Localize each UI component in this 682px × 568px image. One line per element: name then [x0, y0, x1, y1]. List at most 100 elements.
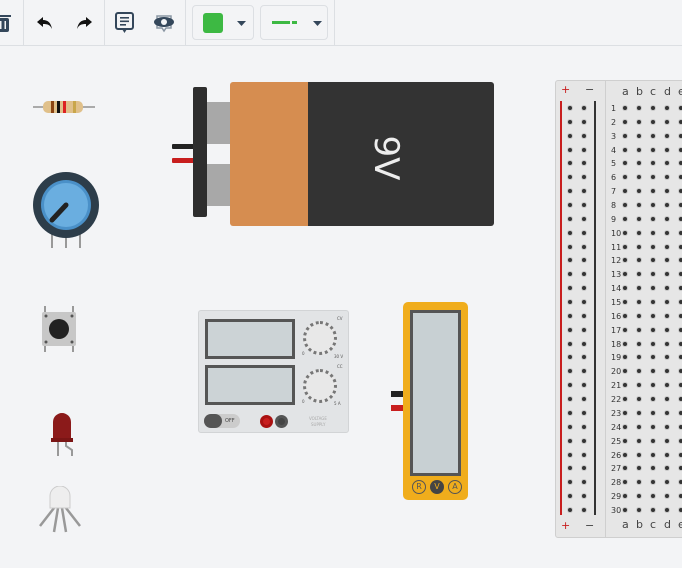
breadboard-hole[interactable] [651, 161, 655, 166]
breadboard-hole[interactable] [651, 369, 655, 374]
breadboard-hole[interactable] [651, 466, 655, 471]
breadboard-hole[interactable] [665, 106, 669, 110]
breadboard-hole[interactable] [582, 507, 586, 512]
breadboard-hole[interactable] [665, 286, 669, 291]
breadboard-hole[interactable] [568, 397, 572, 402]
breadboard-hole[interactable] [623, 258, 627, 263]
breadboard-hole[interactable] [568, 494, 572, 499]
breadboard-hole[interactable] [623, 106, 627, 110]
breadboard-hole[interactable] [651, 230, 655, 235]
breadboard-hole[interactable] [637, 189, 641, 194]
breadboard-hole[interactable] [651, 355, 655, 360]
breadboard-hole[interactable] [637, 383, 641, 388]
breadboard-hole[interactable] [637, 230, 641, 235]
breadboard-hole[interactable] [665, 494, 669, 499]
breadboard-hole[interactable] [623, 452, 627, 457]
multimeter[interactable]: R V A [403, 302, 468, 500]
breadboard-hole[interactable] [651, 507, 655, 512]
breadboard-hole[interactable] [623, 341, 627, 346]
breadboard-hole[interactable] [637, 424, 641, 429]
breadboard-hole[interactable] [651, 216, 655, 221]
breadboard-hole[interactable] [637, 327, 641, 332]
breadboard-hole[interactable] [623, 119, 627, 124]
breadboard-hole[interactable] [623, 133, 627, 138]
negative-terminal[interactable] [275, 415, 288, 428]
notes-button[interactable] [110, 8, 140, 38]
breadboard-hole[interactable] [651, 300, 655, 305]
breadboard-hole[interactable] [665, 424, 669, 429]
breadboard-hole[interactable] [651, 203, 655, 208]
potentiometer-component[interactable] [32, 172, 102, 248]
mode-current[interactable]: A [448, 480, 462, 494]
breadboard-hole[interactable] [623, 480, 627, 485]
breadboard-hole[interactable] [651, 133, 655, 138]
breadboard-hole[interactable] [651, 119, 655, 124]
breadboard-hole[interactable] [582, 203, 586, 208]
power-switch[interactable]: OFF [204, 414, 240, 428]
breadboard-hole[interactable] [651, 424, 655, 429]
breadboard-hole[interactable] [582, 189, 586, 194]
breadboard-hole[interactable] [623, 383, 627, 388]
breadboard-hole[interactable] [568, 452, 572, 457]
breadboard-hole[interactable] [651, 438, 655, 443]
undo-button[interactable] [30, 8, 60, 38]
breadboard-hole[interactable] [568, 327, 572, 332]
breadboard-hole[interactable] [637, 397, 641, 402]
breadboard-hole[interactable] [568, 480, 572, 485]
breadboard-hole[interactable] [651, 286, 655, 291]
breadboard-hole[interactable] [623, 369, 627, 374]
current-knob[interactable] [303, 369, 337, 403]
breadboard-hole[interactable] [582, 480, 586, 485]
breadboard-hole[interactable] [623, 230, 627, 235]
breadboard-hole[interactable] [651, 327, 655, 332]
color-picker-dropdown[interactable] [192, 5, 254, 40]
breadboard-hole[interactable] [637, 147, 641, 152]
breadboard-hole[interactable] [623, 397, 627, 402]
breadboard-hole[interactable] [568, 313, 572, 318]
breadboard-hole[interactable] [665, 313, 669, 318]
breadboard-hole[interactable] [637, 494, 641, 499]
breadboard-hole[interactable] [568, 161, 572, 166]
breadboard-hole[interactable] [582, 230, 586, 235]
breadboard-hole[interactable] [582, 438, 586, 443]
breadboard-hole[interactable] [568, 106, 572, 110]
breadboard-hole[interactable] [623, 507, 627, 512]
breadboard-hole[interactable] [582, 397, 586, 402]
breadboard-hole[interactable] [623, 327, 627, 332]
mode-resistance[interactable]: R [412, 480, 426, 494]
breadboard-hole[interactable] [623, 244, 627, 249]
breadboard-hole[interactable] [623, 161, 627, 166]
breadboard-hole[interactable] [568, 410, 572, 415]
breadboard-hole[interactable] [665, 189, 669, 194]
breadboard-hole[interactable] [665, 216, 669, 221]
breadboard-hole[interactable] [637, 480, 641, 485]
battery-9v[interactable]: 9V [172, 82, 494, 227]
power-supply[interactable]: CV 0 30 V CC 0 5 A OFF VOLTAGE SUPPLY [198, 310, 349, 433]
rgb-led-component[interactable] [34, 486, 86, 538]
breadboard-hole[interactable] [568, 203, 572, 208]
breadboard-hole[interactable] [665, 452, 669, 457]
breadboard-hole[interactable] [665, 258, 669, 263]
breadboard-hole[interactable] [651, 272, 655, 277]
breadboard-hole[interactable] [637, 438, 641, 443]
breadboard-hole[interactable] [637, 203, 641, 208]
breadboard-hole[interactable] [637, 119, 641, 124]
breadboard-hole[interactable] [637, 313, 641, 318]
breadboard-hole[interactable] [637, 341, 641, 346]
breadboard-hole[interactable] [582, 106, 586, 110]
breadboard-hole[interactable] [637, 466, 641, 471]
breadboard-hole[interactable] [568, 272, 572, 277]
breadboard-hole[interactable] [568, 230, 572, 235]
breadboard-hole[interactable] [665, 369, 669, 374]
breadboard-hole[interactable] [665, 244, 669, 249]
breadboard-hole[interactable] [623, 175, 627, 180]
breadboard[interactable]: + − + − a a b b c c d d e e 1 2 3 4 5 6 7 8 9 10 11 12 13 14 15 1… [555, 80, 682, 538]
breadboard-hole[interactable] [637, 133, 641, 138]
breadboard-hole[interactable] [582, 119, 586, 124]
breadboard-hole[interactable] [651, 383, 655, 388]
breadboard-hole[interactable] [637, 507, 641, 512]
breadboard-hole[interactable] [665, 410, 669, 415]
breadboard-hole[interactable] [582, 341, 586, 346]
breadboard-hole[interactable] [637, 300, 641, 305]
breadboard-hole[interactable] [582, 313, 586, 318]
